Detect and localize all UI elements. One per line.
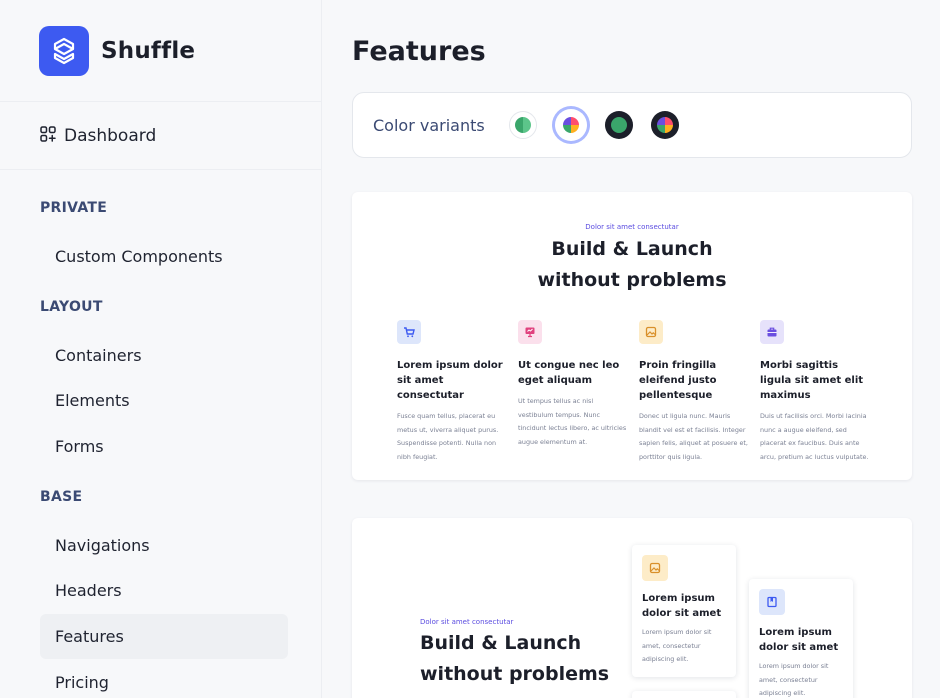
feature-item: Proin fringilla eleifend justo pellentes… — [639, 320, 749, 464]
cart-icon — [397, 320, 421, 344]
feature-text: Fusce quam tellus, placerat eu metus ut,… — [397, 412, 499, 461]
preview-title-line-2: without problems — [420, 663, 610, 685]
mini-feature-card: Lorem ipsum dolor sit amet Lorem ipsum d… — [632, 545, 736, 677]
feature-preview-card-2[interactable]: Dolor sit amet consectutar Build & Launc… — [352, 518, 912, 698]
image-icon — [639, 320, 663, 344]
feature-title: Lorem ipsum dolor sit amet consectutar — [397, 360, 503, 401]
shuffle-logo-icon — [39, 25, 89, 76]
preview-title-line-1: Build & Launch — [420, 632, 582, 654]
mini-card-title: Lorem ipsum dolor sit amet — [759, 627, 839, 653]
brand-name: Shuffle — [101, 37, 196, 64]
sidebar-item-pricing[interactable]: Pricing — [40, 660, 288, 698]
feature-title: Morbi sagittis ligula sit amet elit maxi… — [760, 360, 864, 401]
feature-item: Ut congue nec leo eget aliquam Ut tempus… — [518, 320, 628, 449]
preview-eyebrow: Dolor sit amet consectutar — [585, 223, 679, 231]
sidebar-item-custom-components[interactable]: Custom Components — [40, 234, 288, 279]
preview-title-line-1: Build & Launch — [551, 238, 713, 260]
feature-preview-card-1[interactable]: Dolor sit amet consectutar Build & Launc… — [352, 192, 912, 480]
briefcase-icon — [760, 320, 784, 344]
mini-feature-card: Lorem ipsum dolor sit amet Lorem ipsum d… — [749, 579, 853, 698]
sidebar-item-features[interactable]: Features — [40, 614, 288, 659]
section-base-heading: BASE — [40, 489, 83, 505]
sidebar-item-headers[interactable]: Headers — [40, 568, 288, 613]
mini-card-title: Lorem ipsum dolor sit amet — [642, 593, 722, 619]
sidebar-item-elements[interactable]: Elements — [40, 378, 288, 423]
sidebar: Shuffle Dashboard PRIVATE Custom Compone… — [0, 0, 322, 698]
sidebar-item-label: Dashboard — [64, 125, 157, 146]
preview-title-line-2: without problems — [537, 269, 727, 291]
presentation-icon — [518, 320, 542, 344]
image-icon — [642, 555, 668, 581]
section-layout-heading: LAYOUT — [40, 299, 103, 315]
section-private-heading: PRIVATE — [40, 200, 108, 216]
swatch-green-dark[interactable] — [604, 111, 633, 139]
feature-text: Duis ut facilisis orci. Morbi lacinia nu… — [760, 412, 869, 461]
multicolor-circle-icon — [562, 117, 579, 133]
mini-feature-card — [632, 691, 736, 698]
sidebar-item-containers[interactable]: Containers — [40, 333, 288, 378]
mini-card-text: Lorem ipsum dolor sit amet, consectetur … — [642, 628, 712, 663]
mini-card-text: Lorem ipsum dolor sit amet, consectetur … — [759, 662, 829, 697]
main-content: Features Color variants Dolor sit amet c… — [322, 0, 940, 698]
color-variants-bar: Color variants — [352, 92, 912, 158]
brand[interactable]: Shuffle — [0, 0, 321, 102]
feature-text: Donec ut ligula nunc. Mauris blandit vel… — [639, 412, 748, 461]
green-circle-icon — [610, 117, 627, 133]
multicolor-circle-icon — [656, 117, 673, 133]
feature-text: Ut tempus tellus ac nisl vestibulum temp… — [518, 397, 627, 446]
swatch-green-light[interactable] — [508, 111, 537, 139]
preview-title: Build & Launch without problems — [352, 234, 912, 296]
preview-eyebrow: Dolor sit amet consectutar — [420, 618, 514, 626]
feature-title: Proin fringilla eleifend justo pellentes… — [639, 360, 717, 401]
color-variants-label: Color variants — [373, 115, 485, 135]
swatch-multicolor-dark[interactable] — [650, 111, 679, 139]
grid-plus-icon — [40, 125, 56, 146]
swatch-multicolor-light[interactable] — [554, 109, 587, 141]
feature-item: Morbi sagittis ligula sit amet elit maxi… — [760, 320, 870, 464]
sidebar-item-dashboard[interactable]: Dashboard — [0, 102, 321, 170]
book-icon — [759, 589, 785, 615]
half-circle-icon — [514, 117, 531, 133]
sidebar-item-forms[interactable]: Forms — [40, 424, 288, 469]
page-title: Features — [352, 36, 486, 67]
feature-title: Ut congue nec leo eget aliquam — [518, 360, 620, 386]
preview-title: Build & Launch without problems — [420, 628, 609, 690]
sidebar-item-navigations[interactable]: Navigations — [40, 523, 288, 568]
feature-item: Lorem ipsum dolor sit amet consectutar F… — [397, 320, 507, 464]
